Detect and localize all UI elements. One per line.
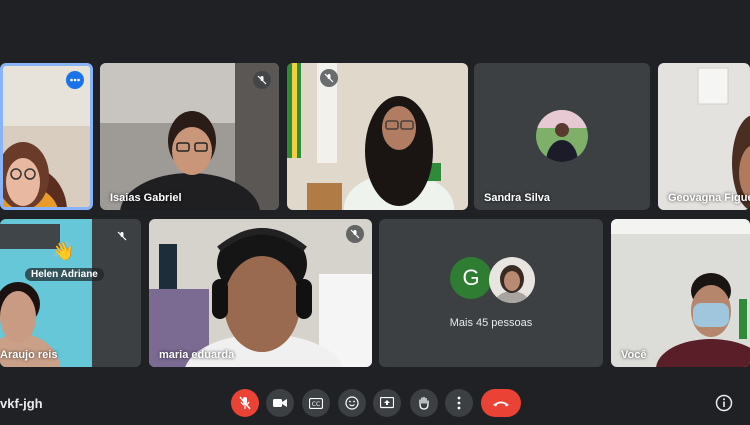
participant-name: maria eduarda: [159, 349, 235, 361]
participant-tile-4[interactable]: Sandra Silva: [474, 63, 650, 210]
participant-video: [611, 219, 750, 367]
hang-up-icon: [493, 401, 509, 407]
participant-tile-7[interactable]: maria eduarda: [149, 219, 372, 367]
info-icon: [715, 394, 733, 412]
participant-tile-1[interactable]: [0, 63, 93, 210]
muted-indicator: [113, 227, 131, 245]
participant-tile-self[interactable]: Você: [611, 219, 750, 367]
participant-name: Geovagna Figueiredo: [668, 192, 750, 204]
more-options-icon: [457, 396, 461, 410]
avatar: [489, 257, 535, 303]
avatar: G: [450, 257, 492, 299]
participant-tile-5[interactable]: Geovagna Figueiredo: [658, 63, 750, 210]
avatar-image: [489, 257, 535, 303]
mic-off-icon: [117, 231, 127, 241]
emoji-reactions-button[interactable]: [338, 389, 366, 417]
more-options-button[interactable]: [445, 389, 473, 417]
meeting-code: vkf-jgh: [0, 396, 43, 411]
camera-toggle-button[interactable]: [266, 389, 294, 417]
participant-video: [100, 63, 279, 210]
muted-indicator: [253, 71, 271, 89]
participant-video: [658, 63, 750, 210]
emoji-icon: [345, 396, 359, 410]
participant-name: Helen Adriane: [25, 268, 104, 281]
participant-video: [149, 219, 372, 367]
raise-hand-icon: 👋: [52, 241, 75, 261]
participant-tile-3[interactable]: [287, 63, 468, 210]
meeting-details-button[interactable]: [715, 394, 733, 412]
participant-name: Sandra Silva: [484, 192, 551, 204]
more-participants-tile[interactable]: [379, 219, 603, 367]
more-options-button[interactable]: [66, 71, 84, 89]
participant-name: Araujo reis: [0, 349, 58, 361]
mic-off-icon: [350, 229, 360, 239]
muted-indicator: [346, 225, 364, 243]
present-screen-button[interactable]: [373, 389, 401, 417]
participant-tile-2[interactable]: Isaias Gabriel: [100, 63, 279, 210]
avatar-image: [536, 110, 588, 162]
participant-video: [287, 63, 468, 210]
muted-indicator: [320, 69, 338, 87]
raise-hand-button[interactable]: [410, 389, 438, 417]
mic-off-icon: [239, 396, 251, 410]
mic-off-icon: [324, 73, 334, 83]
camera-icon: [273, 399, 287, 407]
participant-name: Isaias Gabriel: [110, 192, 182, 204]
captions-icon: CC: [309, 397, 323, 409]
avatar: [536, 110, 588, 162]
present-icon: [380, 397, 394, 409]
raise-hand-icon: [419, 396, 429, 410]
captions-button[interactable]: CC: [302, 389, 330, 417]
mic-toggle-button[interactable]: [231, 389, 259, 417]
more-people-label: Mais 45 pessoas: [449, 317, 533, 329]
leave-call-button[interactable]: [481, 389, 521, 417]
mic-off-icon: [257, 75, 267, 85]
more-dots-icon: [70, 78, 80, 82]
participant-name: Você: [621, 349, 647, 361]
svg-text:CC: CC: [312, 401, 320, 408]
